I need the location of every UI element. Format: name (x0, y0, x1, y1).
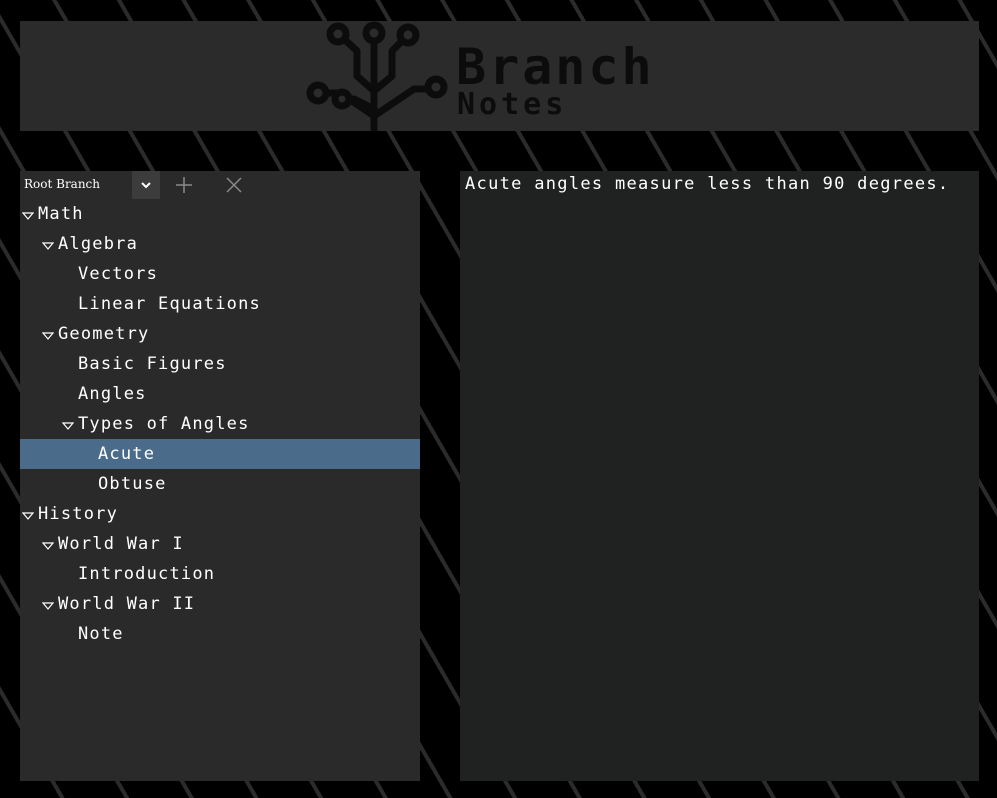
chevron-down-icon (141, 182, 151, 189)
tree-item-label: History (38, 504, 119, 524)
expand-arrow-icon[interactable] (42, 602, 54, 610)
app-header: Branch Notes (20, 21, 979, 131)
tree-item-label: World War I (58, 534, 184, 554)
add-note-button[interactable] (170, 171, 198, 199)
expand-arrow-icon[interactable] (42, 242, 54, 250)
tree-item-label: Math (38, 204, 84, 224)
tree-item-label: Basic Figures (78, 354, 227, 374)
expand-arrow-icon[interactable] (22, 512, 34, 520)
tree-item[interactable]: Geometry (20, 319, 420, 349)
note-content-panel[interactable]: Acute angles measure less than 90 degree… (460, 171, 979, 781)
expand-arrow-icon[interactable] (62, 422, 74, 430)
tree-item[interactable]: Math (20, 199, 420, 229)
tree-item[interactable]: Types of Angles (20, 409, 420, 439)
tree-item[interactable]: World War I (20, 529, 420, 559)
tree-item[interactable]: Obtuse (20, 469, 420, 499)
tree-item[interactable]: Note (20, 619, 420, 649)
plus-icon (176, 177, 192, 193)
note-content-text[interactable]: Acute angles measure less than 90 degree… (465, 171, 949, 197)
tree-item-label: Geometry (58, 324, 150, 344)
tree-item[interactable]: Vectors (20, 259, 420, 289)
tree-item[interactable]: Introduction (20, 559, 420, 589)
delete-note-button[interactable] (220, 171, 248, 199)
tree-item[interactable]: Algebra (20, 229, 420, 259)
logo-subtitle: Notes (457, 87, 568, 122)
tree-item-label: Angles (78, 384, 147, 404)
tree-item[interactable]: World War II (20, 589, 420, 619)
tree-item-label: Obtuse (98, 474, 167, 494)
tree-item[interactable]: Linear Equations (20, 289, 420, 319)
expand-arrow-icon[interactable] (42, 542, 54, 550)
tree-item[interactable]: History (20, 499, 420, 529)
expand-arrow-icon[interactable] (42, 332, 54, 340)
tree-item-label: World War II (58, 594, 196, 614)
branch-selector[interactable]: Root Branch (24, 177, 100, 191)
tree-item[interactable]: Basic Figures (20, 349, 420, 379)
tree-toolbar: Root Branch (20, 171, 420, 199)
tree-item-label: Note (78, 624, 124, 644)
tree-panel: Root Branch Math Algebra Vectors Linear Equ… (20, 171, 420, 781)
tree-item-label: Linear Equations (78, 294, 261, 314)
tree-item-label: Introduction (78, 564, 216, 584)
tree-item-label: Algebra (58, 234, 139, 254)
tree-item-label: Types of Angles (78, 414, 250, 434)
note-tree: Math Algebra Vectors Linear Equations Geomet… (20, 199, 420, 649)
tree-item-label: Acute (98, 444, 156, 464)
tree-item-label: Vectors (78, 264, 159, 284)
circuit-tree-icon (306, 21, 448, 131)
branch-dropdown-button[interactable] (132, 171, 160, 199)
expand-arrow-icon[interactable] (22, 212, 34, 220)
close-icon (226, 177, 242, 193)
tree-item[interactable]: Angles (20, 379, 420, 409)
tree-item[interactable]: Acute (20, 439, 420, 469)
